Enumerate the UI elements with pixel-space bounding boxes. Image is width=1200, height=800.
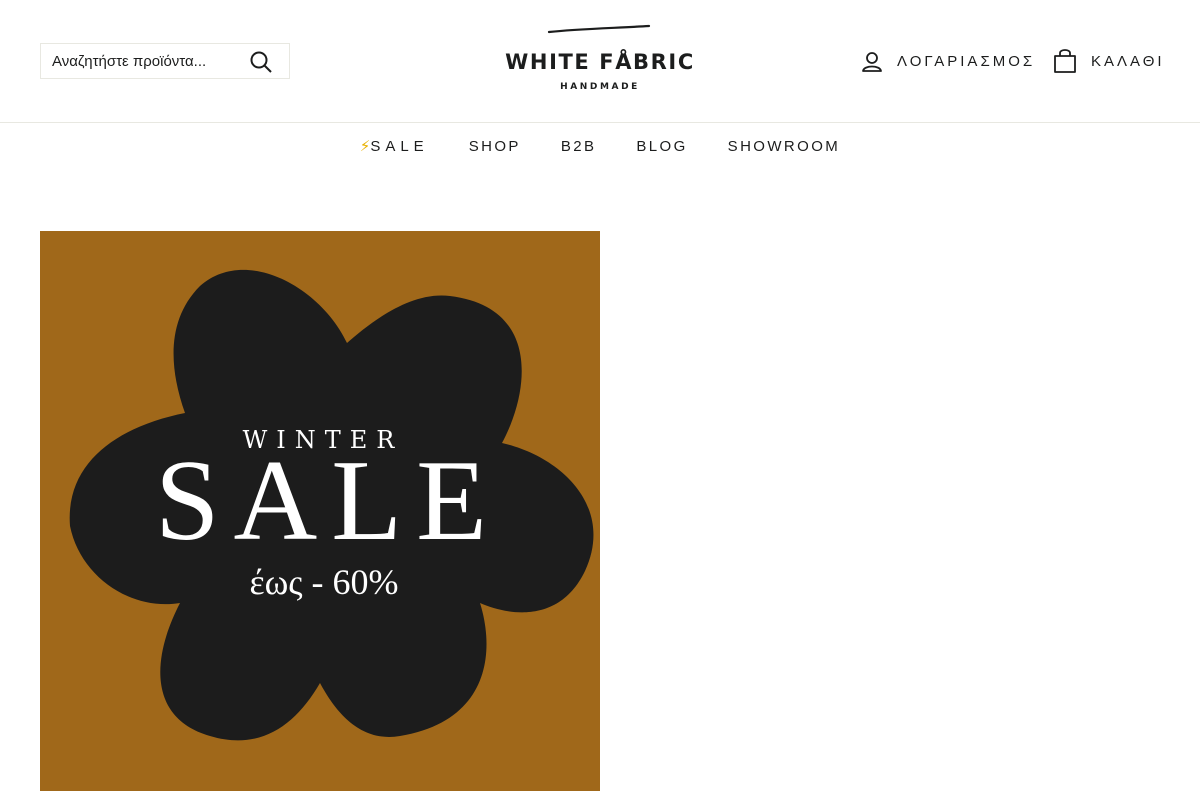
promo-headline-sale: SALE: [155, 437, 501, 565]
logo-brush-stroke: [547, 24, 651, 34]
nav-item-sale-label: SALE: [370, 138, 429, 155]
main-nav: ⚡SALE SHOP B2B BLOG SHOWROOM: [0, 123, 1200, 169]
nav-item-showroom[interactable]: SHOWROOM: [728, 138, 841, 155]
site-header: WHITE FÅBRIC HANDMADE ΛΟΓΑΡΙΑΣΜΟΣ ΚΑΛΑΘΙ: [0, 0, 1200, 123]
search-button[interactable]: [249, 50, 273, 74]
nav-item-blog[interactable]: BLOG: [636, 138, 687, 155]
promo-discount: έως - 60%: [249, 562, 399, 602]
site-logo[interactable]: WHITE FÅBRIC HANDMADE: [500, 24, 700, 96]
cart-label: ΚΑΛΑΘΙ: [1091, 52, 1165, 70]
account-label: ΛΟΓΑΡΙΑΣΜΟΣ: [897, 52, 1036, 70]
logo-wordmark: WHITE FÅBRIC: [505, 50, 695, 74]
search-input[interactable]: [52, 52, 248, 70]
shopping-bag-icon: [1054, 49, 1076, 73]
winter-sale-banner[interactable]: WINTER SALE έως - 60%: [40, 231, 600, 791]
account-link[interactable]: ΛΟΓΑΡΙΑΣΜΟΣ: [861, 47, 1035, 75]
logo-tagline: HANDMADE: [560, 82, 640, 92]
cart-link[interactable]: ΚΑΛΑΘΙ: [1053, 47, 1165, 75]
search-icon: [250, 51, 272, 73]
user-icon: [862, 52, 882, 72]
nav-item-shop[interactable]: SHOP: [469, 138, 521, 155]
nav-item-sale[interactable]: ⚡SALE: [360, 137, 429, 155]
nav-item-b2b[interactable]: B2B: [561, 138, 597, 155]
search-form: [40, 43, 290, 79]
lightning-bolt-icon: ⚡: [359, 138, 371, 155]
